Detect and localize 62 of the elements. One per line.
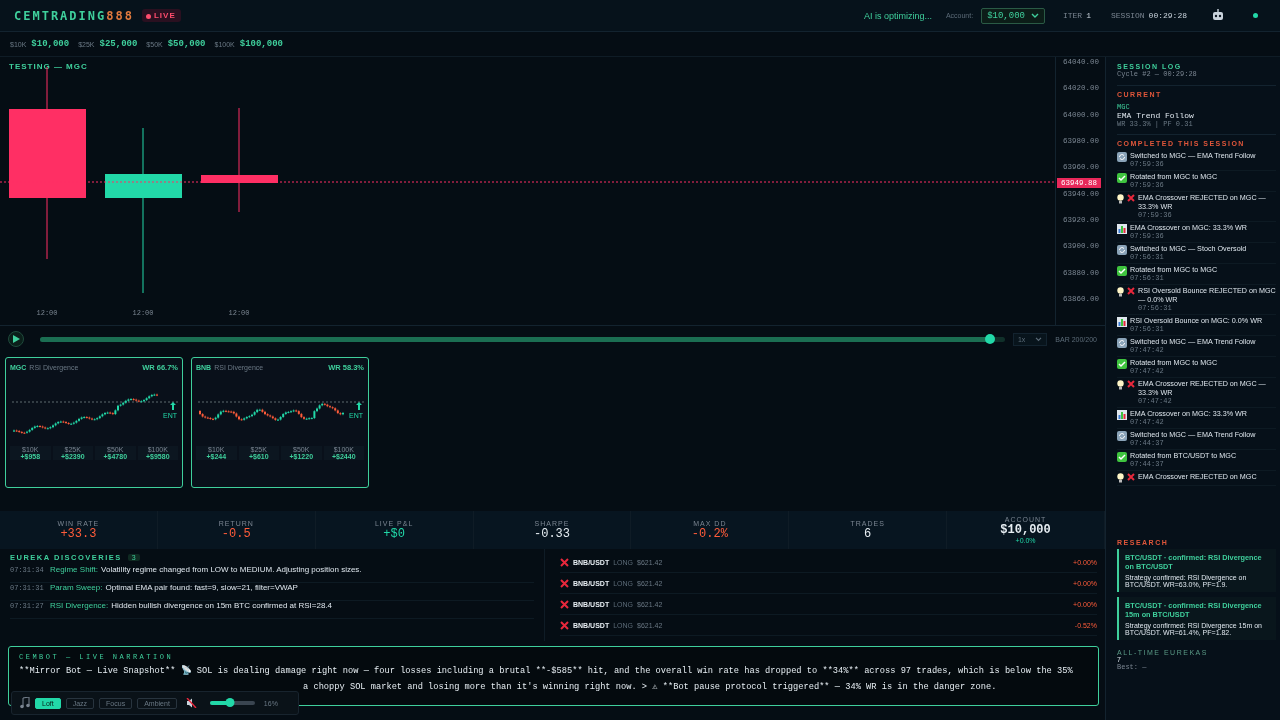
volume-slider[interactable] bbox=[209, 701, 255, 705]
replay-slider[interactable] bbox=[40, 336, 1005, 342]
up-arrow-icon bbox=[170, 402, 176, 410]
narration-text: **Mirror Bot — Live Snapshot** 📡 SOL is dealing damage right now — four losses including a brutal **-$585** hit, and the overall win rate has dropped to **34%** across 97 trades, which is below the 35% bbox=[19, 665, 1073, 677]
light-bulb-icon bbox=[1117, 380, 1124, 390]
robot-icon[interactable] bbox=[1211, 9, 1225, 22]
stat-value: +$0 bbox=[383, 526, 405, 541]
checkmark-icon bbox=[1117, 266, 1127, 276]
light-bulb-icon bbox=[1117, 473, 1124, 483]
close-icon bbox=[560, 578, 569, 588]
close-icon bbox=[560, 620, 569, 630]
up-arrow-icon bbox=[356, 402, 362, 410]
status-text: AI is optimizing... bbox=[863, 10, 932, 21]
chart-title: TESTING — MGC bbox=[9, 62, 88, 71]
stat-value: 6 bbox=[864, 526, 872, 541]
cross-icon bbox=[1127, 380, 1135, 388]
session-label: SESSION bbox=[1111, 11, 1145, 20]
cross-icon bbox=[1127, 473, 1135, 481]
refresh-icon bbox=[1117, 431, 1127, 441]
refresh-icon bbox=[1117, 338, 1127, 348]
event-tag: RSI Divergence: bbox=[50, 601, 109, 610]
stat-value: -0.33 bbox=[534, 526, 570, 541]
event-text: Optimal EMA pair found: fast=9, slow=21, filter=VWAP bbox=[105, 583, 298, 592]
play-button[interactable] bbox=[8, 331, 24, 347]
event-text: Volatility regime changed from LOW to MEDIUM. Adjusting position sizes. bbox=[101, 565, 362, 574]
music-note-icon bbox=[20, 697, 30, 709]
event-text: Hidden bullish divergence on 15m BTC confirmed at RSI=28.4 bbox=[111, 601, 333, 610]
stat-value: -0.2% bbox=[691, 526, 728, 541]
stat-value: -0.5 bbox=[221, 526, 251, 541]
preset-button[interactable]: $25,000 bbox=[99, 39, 138, 49]
live-badge: LIVE bbox=[141, 9, 181, 22]
logo: CEMTRADING 888 bbox=[14, 8, 134, 23]
current-strategy: EMA Trend Follow bbox=[1117, 111, 1195, 120]
checkmark-icon bbox=[1117, 173, 1127, 183]
preset-button[interactable]: $100,000 bbox=[239, 39, 283, 49]
iter-label: ITER bbox=[1062, 11, 1083, 20]
bar-chart-icon bbox=[1117, 224, 1127, 234]
play-icon bbox=[12, 335, 20, 343]
cross-icon bbox=[1127, 194, 1135, 202]
account-select[interactable]: $10,000 bbox=[981, 7, 1045, 24]
refresh-icon bbox=[1117, 245, 1127, 255]
close-icon bbox=[560, 557, 569, 567]
bar-chart-icon bbox=[1117, 410, 1127, 420]
caret-icon bbox=[1030, 12, 1039, 19]
cross-icon bbox=[1127, 287, 1135, 295]
caret-icon bbox=[1035, 336, 1043, 342]
session-timer: 00:29:28 bbox=[1148, 11, 1187, 20]
event-tag: Param Sweep: bbox=[50, 583, 103, 592]
preset-button[interactable]: $10,000 bbox=[31, 39, 70, 49]
checkmark-icon bbox=[1117, 452, 1127, 462]
stat-value: $10,000 bbox=[1000, 523, 1051, 537]
bar-chart-icon bbox=[1117, 317, 1127, 327]
checkmark-icon bbox=[1117, 359, 1127, 369]
stat-value: +33.3 bbox=[60, 526, 97, 541]
light-bulb-icon bbox=[1117, 194, 1124, 204]
event-tag: Regime Shift: bbox=[50, 565, 99, 574]
iter-value: 1 bbox=[1086, 11, 1091, 20]
close-icon bbox=[560, 599, 569, 609]
preset-button[interactable]: $50,000 bbox=[167, 39, 206, 49]
refresh-icon bbox=[1117, 152, 1127, 162]
narration-text: a choppy SOL market and losing more than it's winning right now. > ⚠ **Bot pause protocol triggered** — 34% WR is in the danger zone. bbox=[302, 681, 997, 693]
light-bulb-icon bbox=[1117, 287, 1124, 297]
